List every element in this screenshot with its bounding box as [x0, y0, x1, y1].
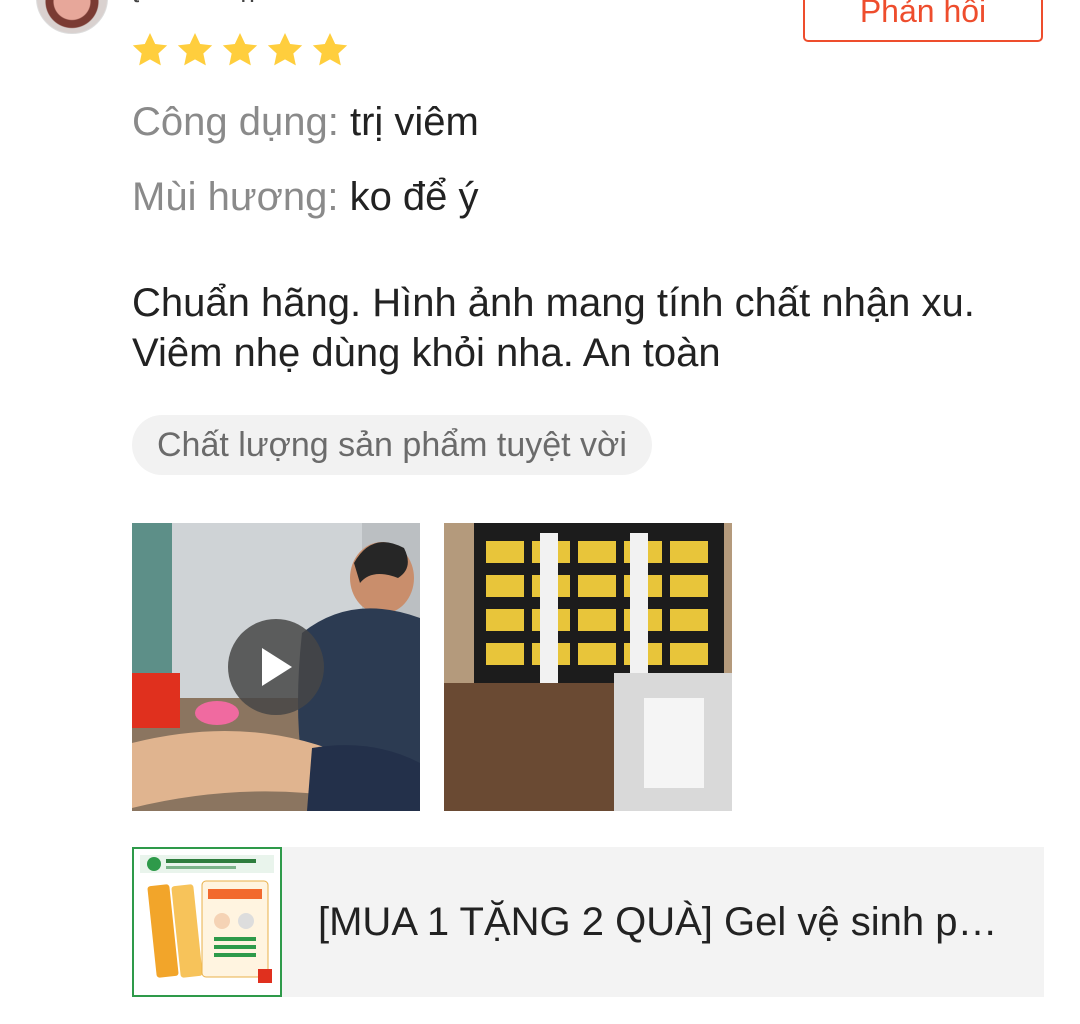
product-card[interactable]: [MUA 1 TẶNG 2 QUÀ] Gel vệ sinh phụ nữ Wo… — [132, 847, 1044, 997]
product-boxes-photo — [444, 523, 732, 811]
avatar[interactable] — [36, 0, 108, 34]
rating-stars — [130, 30, 350, 70]
review-video-thumbnail[interactable] — [132, 523, 420, 811]
star-icon — [312, 33, 348, 66]
attribute-usage: Công dụng: trị viêm — [132, 98, 479, 146]
reply-button[interactable]: Phản hồi — [803, 0, 1043, 42]
attribute-scent: Mùi hương: ko để ý — [132, 173, 479, 221]
product-thumbnail — [132, 847, 282, 997]
review-text: Chuẩn hãng. Hình ảnh mang tính chất nhận… — [132, 278, 1032, 378]
play-icon — [262, 648, 292, 686]
star-icon — [267, 33, 303, 66]
attribute-value: ko để ý — [349, 175, 479, 219]
review-text-line: Viêm nhẹ dùng khỏi nha. An toàn — [132, 331, 721, 375]
attribute-label: Công dụng: — [132, 100, 339, 144]
play-button[interactable] — [228, 619, 324, 715]
product-package-image — [134, 849, 280, 995]
review-tag-chip: Chất lượng sản phẩm tuyệt vời — [132, 415, 652, 475]
attribute-label: Mùi hương: — [132, 175, 339, 219]
product-title: [MUA 1 TẶNG 2 QUÀ] Gel vệ sinh phụ nữ Wo… — [318, 899, 1008, 944]
star-icon — [177, 33, 213, 66]
review-text-line: Chuẩn hãng. Hình ảnh mang tính chất nhận… — [132, 281, 975, 325]
star-icon — [222, 33, 258, 66]
review-photo-thumbnail[interactable] — [444, 523, 732, 811]
attribute-value: trị viêm — [349, 100, 479, 144]
star-icon — [132, 33, 168, 66]
reviewer-name: t**********h — [132, 0, 255, 9]
